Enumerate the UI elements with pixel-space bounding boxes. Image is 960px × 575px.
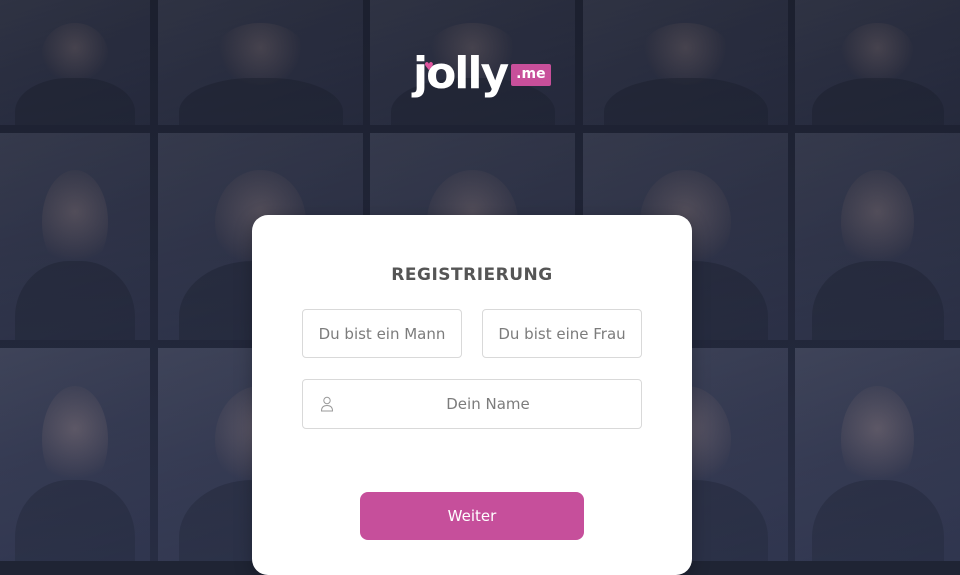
form-title: REGISTRIERUNG xyxy=(391,265,553,285)
heart-icon: ♥ xyxy=(424,60,434,73)
user-icon xyxy=(320,396,334,412)
logo-wordmark: ♥ jolly xyxy=(413,52,509,96)
logo-suffix-badge: .me xyxy=(511,64,551,86)
name-field[interactable] xyxy=(302,379,642,429)
gender-male-button[interactable]: Du bist ein Mann xyxy=(302,309,462,358)
gender-female-button[interactable]: Du bist eine Frau xyxy=(482,309,642,358)
name-input[interactable] xyxy=(343,380,633,428)
registration-card: REGISTRIERUNG Du bist ein Mann Du bist e… xyxy=(252,215,692,575)
brand-logo[interactable]: ♥ jolly .me xyxy=(413,40,551,96)
next-button[interactable]: Weiter xyxy=(360,492,584,540)
